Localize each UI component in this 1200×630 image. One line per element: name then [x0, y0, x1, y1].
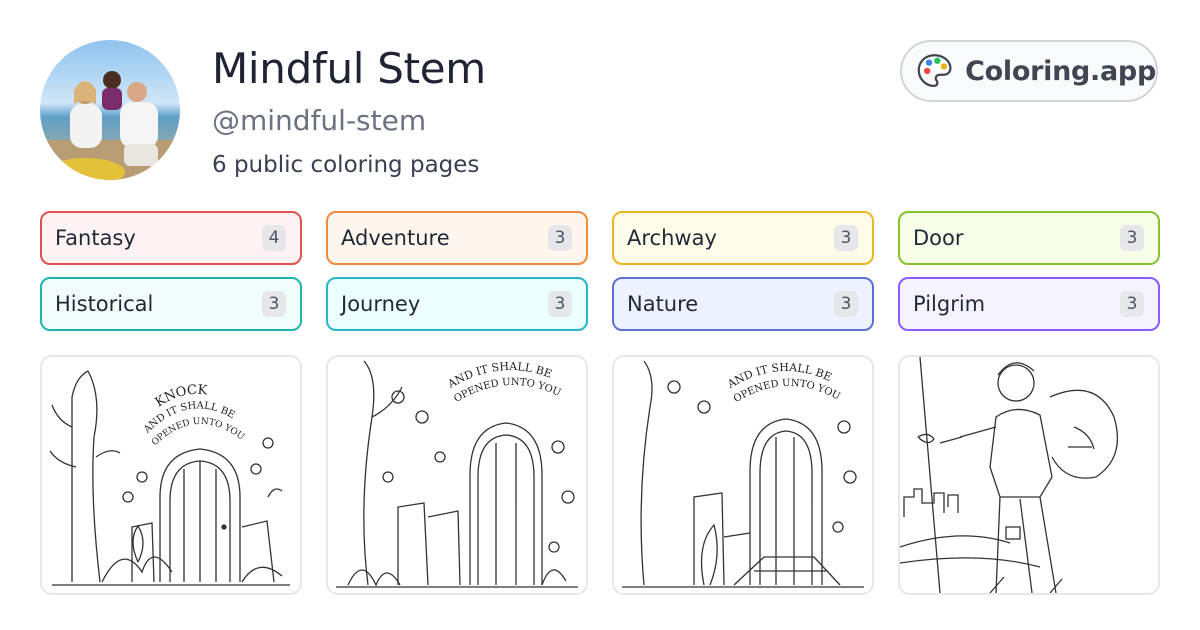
tag-label: Door: [913, 226, 964, 250]
tag-count: 3: [1120, 225, 1144, 251]
tag-pilgrim[interactable]: Pilgrim 3: [898, 277, 1160, 331]
tag-count: 3: [262, 291, 286, 317]
tag-count: 4: [262, 225, 286, 251]
tag-journey[interactable]: Journey 3: [326, 277, 588, 331]
avatar: [40, 40, 180, 180]
tag-label: Nature: [627, 292, 699, 316]
tag-label: Journey: [341, 292, 421, 316]
tag-list: Fantasy 4 Adventure 3 Archway 3 Door 3 H…: [40, 211, 1160, 331]
brand-label: Coloring.app: [965, 55, 1156, 87]
tag-count: 3: [834, 291, 858, 317]
coloring-page-grid: KNOCK AND IT SHALL BE OPENED UNTO YOU AN…: [40, 355, 1160, 595]
ivy-archway-door-coloring-page: AND IT SHALL BE OPENED UNTO YOU: [336, 360, 578, 588]
tag-count: 3: [548, 291, 572, 317]
coloring-page-card[interactable]: AND IT SHALL BE OPENED UNTO YOU: [612, 355, 874, 595]
pilgrim-traveler-coloring-page: [900, 357, 1118, 593]
tag-count: 3: [834, 225, 858, 251]
profile-handle: @mindful-stem: [212, 104, 427, 137]
tag-label: Fantasy: [55, 226, 136, 250]
doorway-knock-coloring-page: KNOCK AND IT SHALL BE OPENED UNTO YOU: [49, 370, 290, 586]
tag-label: Archway: [627, 226, 717, 250]
profile-name: Mindful Stem: [212, 44, 486, 93]
tag-label: Historical: [55, 292, 154, 316]
tag-adventure[interactable]: Adventure 3: [326, 211, 588, 265]
palette-icon: [917, 54, 952, 87]
tag-count: 3: [1120, 291, 1144, 317]
tag-label: Pilgrim: [913, 292, 986, 316]
page-count: 6 public coloring pages: [212, 152, 480, 178]
tag-historical[interactable]: Historical 3: [40, 277, 302, 331]
tag-count: 3: [548, 225, 572, 251]
stone-archway-door-coloring-page: AND IT SHALL BE OPENED UNTO YOU: [622, 360, 864, 588]
tag-fantasy[interactable]: Fantasy 4: [40, 211, 302, 265]
coloring-page-card[interactable]: KNOCK AND IT SHALL BE OPENED UNTO YOU: [40, 355, 302, 595]
tag-label: Adventure: [341, 226, 450, 250]
tag-door[interactable]: Door 3: [898, 211, 1160, 265]
tag-nature[interactable]: Nature 3: [612, 277, 874, 331]
brand-badge[interactable]: Coloring.app: [900, 40, 1158, 102]
coloring-page-card[interactable]: [898, 355, 1160, 595]
coloring-page-card[interactable]: AND IT SHALL BE OPENED UNTO YOU: [326, 355, 588, 595]
tag-archway[interactable]: Archway 3: [612, 211, 874, 265]
